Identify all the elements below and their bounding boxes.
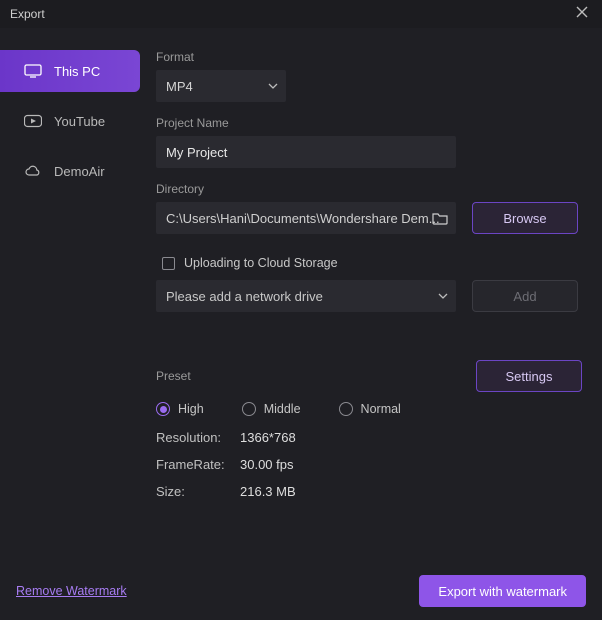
network-drive-placeholder: Please add a network drive	[166, 289, 323, 304]
cloud-icon	[24, 164, 42, 178]
add-drive-label: Add	[513, 289, 536, 304]
radio-dot-icon	[339, 402, 353, 416]
upload-cloud-row: Uploading to Cloud Storage	[156, 248, 582, 278]
network-drive-select[interactable]: Please add a network drive	[156, 280, 456, 312]
preset-radio-label: Normal	[361, 402, 401, 416]
project-name-label: Project Name	[156, 116, 582, 130]
upload-cloud-label: Uploading to Cloud Storage	[184, 256, 338, 270]
export-button[interactable]: Export with watermark	[419, 575, 586, 607]
preset-radio-label: Middle	[264, 402, 301, 416]
settings-button-label: Settings	[506, 369, 553, 384]
format-label: Format	[156, 50, 582, 64]
directory-label: Directory	[156, 182, 582, 196]
framerate-label: FrameRate:	[156, 457, 228, 472]
settings-button[interactable]: Settings	[476, 360, 582, 392]
chevron-down-icon	[268, 81, 278, 91]
export-button-label: Export with watermark	[438, 584, 567, 599]
remove-watermark-link[interactable]: Remove Watermark	[16, 584, 127, 598]
preset-info: Resolution: 1366*768 FrameRate: 30.00 fp…	[156, 430, 582, 499]
preset-radios: High Middle Normal	[156, 402, 582, 416]
directory-path: C:\Users\Hani\Documents\Wondershare Dem.…	[166, 211, 440, 226]
preset-radio-label: High	[178, 402, 204, 416]
project-name-input[interactable]	[166, 145, 446, 160]
sidebar-item-label: This PC	[54, 64, 100, 79]
monitor-icon	[24, 64, 42, 78]
format-value: MP4	[166, 79, 193, 94]
upload-cloud-checkbox[interactable]	[162, 257, 175, 270]
sidebar-item-this-pc[interactable]: This PC	[0, 50, 140, 92]
preset-label: Preset	[156, 369, 191, 383]
preset-radio-high[interactable]: High	[156, 402, 204, 416]
titlebar: Export	[0, 0, 602, 28]
size-label: Size:	[156, 484, 228, 499]
project-name-input-wrap	[156, 136, 456, 168]
radio-dot-icon	[156, 402, 170, 416]
framerate-value: 30.00 fps	[240, 457, 294, 472]
resolution-value: 1366*768	[240, 430, 296, 445]
sidebar-item-label: YouTube	[54, 114, 105, 129]
browse-button-label: Browse	[503, 211, 546, 226]
window-title: Export	[10, 7, 45, 21]
preset-section: Preset Settings High Middle Normal	[156, 360, 582, 499]
folder-icon[interactable]	[432, 211, 448, 225]
browse-button[interactable]: Browse	[472, 202, 578, 234]
preset-radio-middle[interactable]: Middle	[242, 402, 301, 416]
sidebar-item-youtube[interactable]: YouTube	[0, 100, 140, 142]
main-panel: Format MP4 Project Name Directory C:\Use…	[140, 28, 602, 572]
footer: Remove Watermark Export with watermark	[0, 572, 602, 620]
chevron-down-icon	[438, 291, 448, 301]
format-select[interactable]: MP4	[156, 70, 286, 102]
directory-field: Directory C:\Users\Hani\Documents\Wonder…	[156, 182, 582, 234]
format-field: Format MP4	[156, 50, 582, 102]
youtube-icon	[24, 114, 42, 128]
sidebar-item-label: DemoAir	[54, 164, 105, 179]
radio-dot-icon	[242, 402, 256, 416]
add-drive-button: Add	[472, 280, 578, 312]
project-name-field: Project Name	[156, 116, 582, 168]
sidebar-item-demoair[interactable]: DemoAir	[0, 150, 140, 192]
resolution-label: Resolution:	[156, 430, 228, 445]
close-icon[interactable]	[576, 6, 592, 22]
preset-radio-normal[interactable]: Normal	[339, 402, 401, 416]
sidebar: This PC YouTube DemoAir	[0, 28, 140, 572]
directory-input[interactable]: C:\Users\Hani\Documents\Wondershare Dem.…	[156, 202, 456, 234]
size-value: 216.3 MB	[240, 484, 296, 499]
content-area: This PC YouTube DemoAir Format MP4	[0, 28, 602, 572]
